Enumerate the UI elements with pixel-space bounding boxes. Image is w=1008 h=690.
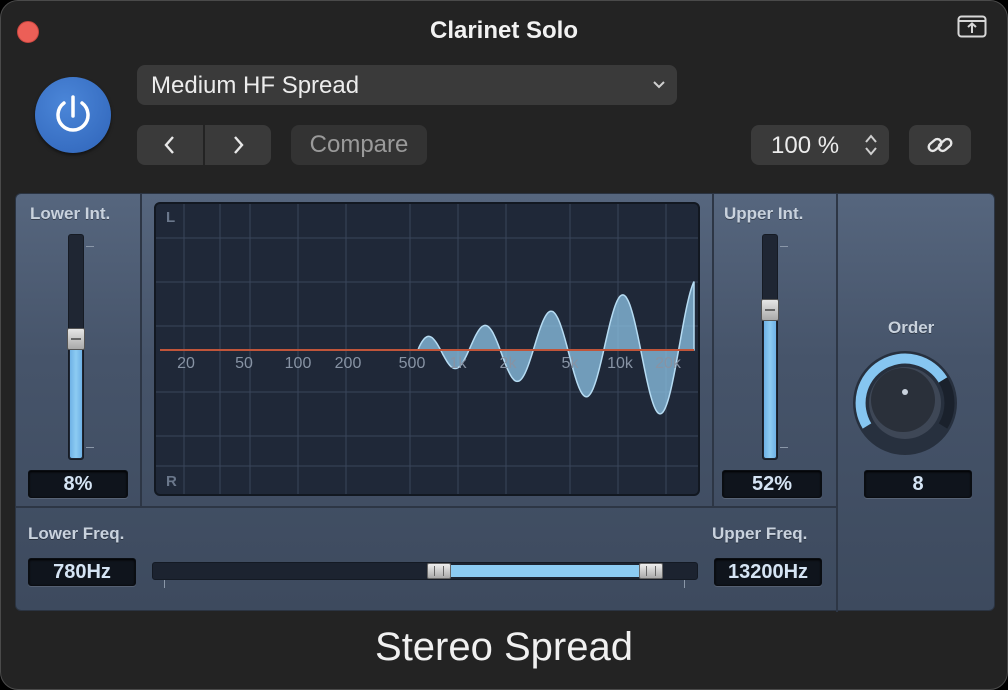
plugin-name: Stereo Spread <box>375 625 633 669</box>
freq-tick-label: 200 <box>335 355 362 372</box>
zoom-value: 100 % <box>771 132 840 159</box>
chevron-left-icon <box>164 136 174 154</box>
order-label: Order <box>888 318 935 337</box>
freq-tick-label: 2k <box>500 355 518 372</box>
next-preset-button[interactable] <box>205 125 271 165</box>
tick <box>86 246 94 247</box>
window-title: Clarinet Solo <box>429 17 579 44</box>
frequency-range-slider[interactable] <box>152 562 698 580</box>
tick <box>684 580 685 588</box>
fader-fill <box>70 335 82 458</box>
freq-tick-label: 100 <box>285 355 312 372</box>
left-channel-label: L <box>166 209 175 226</box>
link-icon <box>927 137 953 153</box>
freq-tick-label: 20k <box>655 355 682 372</box>
frequency-axis: 20 50 100 200 500 1k 2k 5k 10k 20k <box>177 355 682 372</box>
frequency-range-fill <box>439 565 655 577</box>
divider <box>140 194 142 506</box>
tick <box>780 447 788 448</box>
preset-menu[interactable]: Medium HF Spread <box>137 65 677 105</box>
divider <box>712 194 714 506</box>
order-knob[interactable] <box>850 348 960 458</box>
expand-icon[interactable] <box>957 15 987 39</box>
upper-int-fader[interactable] <box>761 234 779 460</box>
fader-thumb[interactable] <box>761 299 779 321</box>
spread-curve <box>416 281 695 415</box>
tick <box>780 246 788 247</box>
lower-int-value[interactable]: 8% <box>28 470 128 498</box>
tick <box>164 580 165 588</box>
chevron-right-icon <box>234 136 244 154</box>
freq-tick-label: 500 <box>399 355 426 372</box>
plugin-panel: Lower Int. 8% L R 20 50 100 200 500 1k 2… <box>15 193 995 612</box>
freq-tick-label: 50 <box>235 355 253 372</box>
right-channel-label: R <box>166 473 177 490</box>
divider <box>16 506 836 508</box>
lower-freq-handle[interactable] <box>427 563 451 579</box>
lower-freq-value[interactable]: 780Hz <box>28 558 136 586</box>
stepper-icon <box>865 134 877 156</box>
power-icon <box>56 95 90 132</box>
freq-tick-label: 1k <box>450 355 468 372</box>
order-value[interactable]: 8 <box>864 470 972 498</box>
zoom-stepper[interactable]: 100 % <box>751 125 889 165</box>
upper-int-value[interactable]: 52% <box>722 470 822 498</box>
lower-freq-label: Lower Freq. <box>28 524 125 543</box>
spread-graph: L R 20 50 100 200 500 1k 2k 5k 10k 20k <box>154 202 700 496</box>
upper-freq-value[interactable]: 13200Hz <box>714 558 822 586</box>
upper-freq-label: Upper Freq. <box>712 524 808 543</box>
fader-fill <box>764 306 776 458</box>
upper-freq-handle[interactable] <box>639 563 663 579</box>
fader-thumb[interactable] <box>67 328 85 350</box>
compare-button[interactable]: Compare <box>291 125 427 165</box>
power-button[interactable] <box>35 77 111 153</box>
upper-int-label: Upper Int. <box>724 204 804 223</box>
preset-name: Medium HF Spread <box>151 72 360 99</box>
lower-int-fader[interactable] <box>67 234 85 460</box>
divider <box>836 194 838 612</box>
preset-nav <box>137 125 271 165</box>
plugin-window: Clarinet Solo Medium HF Spread Compare 1… <box>0 0 1008 690</box>
freq-tick-label: 20 <box>177 355 195 372</box>
freq-tick-label: 5k <box>562 355 580 372</box>
lower-int-label: Lower Int. <box>30 204 111 223</box>
title-bar: Clarinet Solo <box>1 1 1007 61</box>
chevron-down-icon <box>653 81 665 89</box>
previous-preset-button[interactable] <box>137 125 203 165</box>
freq-tick-label: 10k <box>607 355 634 372</box>
tick <box>86 447 94 448</box>
link-button[interactable] <box>909 125 971 165</box>
